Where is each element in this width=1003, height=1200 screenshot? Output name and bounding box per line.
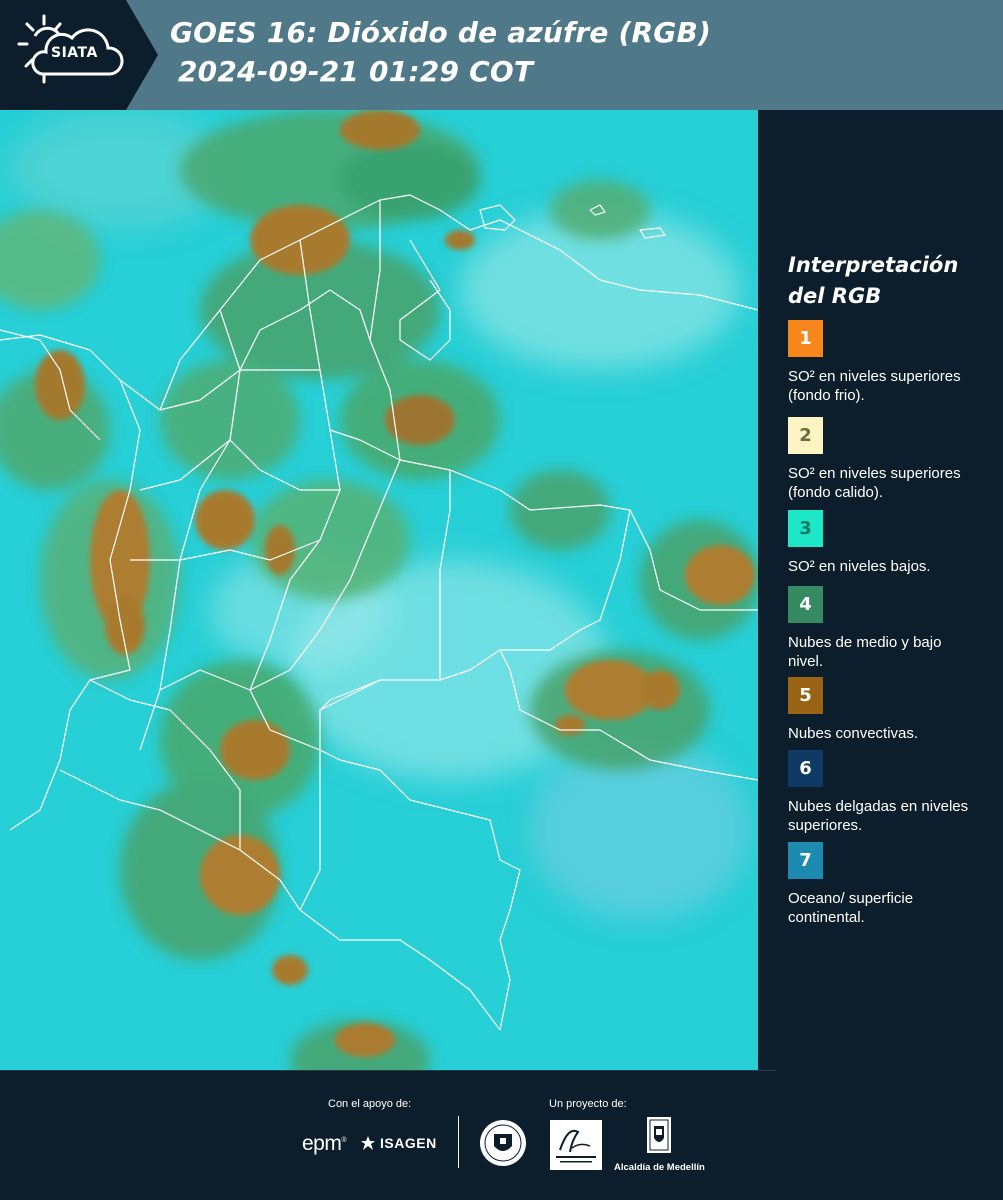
legend-label-1: SO² en niveles superiores (fondo frio). bbox=[788, 368, 961, 404]
legend-label-7: Oceano/ superficie continental. bbox=[788, 890, 914, 926]
legend-swatch-4: 4 bbox=[788, 586, 823, 623]
legend-item-1: 1 SO² en niveles superiores (fondo frio)… bbox=[788, 320, 998, 405]
legend-panel: Interpretación del RGB 1 SO² en niveles … bbox=[758, 110, 1003, 1070]
legend-title: Interpretación del RGB bbox=[788, 253, 959, 308]
isagen-logo-text: ISAGEN bbox=[380, 1135, 437, 1151]
legend-number-2: 2 bbox=[799, 425, 812, 446]
satellite-image bbox=[0, 110, 758, 1070]
legend-swatch-1: 1 bbox=[788, 320, 823, 357]
satellite-map bbox=[0, 110, 758, 1070]
legend-item-6: 6 Nubes delgadas en niveles superiores. bbox=[788, 750, 998, 835]
legend-label-6: Nubes delgadas en niveles superiores. bbox=[788, 798, 969, 834]
legend-swatch-6: 6 bbox=[788, 750, 823, 787]
page-title: GOES 16: Dióxido de azúfre (RGB) bbox=[170, 16, 712, 49]
siata-logo-text: SIATA bbox=[51, 45, 98, 61]
legend-label-2: SO² en niveles superiores (fondo calido)… bbox=[788, 465, 961, 501]
support-caption: Con el apoyo de: bbox=[328, 1098, 412, 1110]
legend-label-4: Nubes de medio y bajo nivel. bbox=[788, 634, 942, 670]
legend-number-7: 7 bbox=[799, 850, 812, 871]
footer-top-divider bbox=[0, 1070, 776, 1071]
isagen-logo: ISAGEN bbox=[360, 1134, 437, 1152]
legend-swatch-7: 7 bbox=[788, 842, 823, 879]
legend-item-3: 3 SO² en niveles bajos. bbox=[788, 510, 998, 576]
legend-label-5: Nubes convectivas. bbox=[788, 725, 919, 742]
legend-number-4: 4 bbox=[799, 594, 812, 615]
footer-vertical-divider bbox=[458, 1116, 459, 1168]
legend-swatch-2: 2 bbox=[788, 417, 823, 454]
legend-number-1: 1 bbox=[799, 328, 812, 349]
project-caption: Un proyecto de: bbox=[549, 1098, 627, 1110]
legend-number-3: 3 bbox=[799, 518, 812, 539]
timestamp-title: 2024-09-21 01:29 COT bbox=[178, 55, 534, 88]
legend-number-5: 5 bbox=[799, 685, 812, 706]
epm-logo-text: epm bbox=[302, 1132, 342, 1155]
legend-item-5: 5 Nubes convectivas. bbox=[788, 677, 998, 743]
legend-number-6: 6 bbox=[799, 758, 812, 779]
header-bar: SIATA GOES 16: Dióxido de azúfre (RGB) 2… bbox=[0, 0, 1003, 110]
legend-item-7: 7 Oceano/ superficie continental. bbox=[788, 842, 998, 927]
legend-item-2: 2 SO² en niveles superiores (fondo calid… bbox=[788, 417, 998, 502]
alcaldia-text: Alcaldía de Medellín bbox=[614, 1162, 705, 1173]
area-metropolitana-logo bbox=[550, 1120, 602, 1170]
medellin-seal-icon bbox=[480, 1120, 526, 1166]
footer: Con el apoyo de: Un proyecto de: epm® IS… bbox=[0, 1070, 1003, 1200]
siata-logo: SIATA bbox=[0, 0, 158, 110]
epm-logo: epm® bbox=[302, 1132, 347, 1155]
alcaldia-medellin-logo: Alcaldía de Medellín bbox=[614, 1116, 705, 1173]
legend-swatch-5: 5 bbox=[788, 677, 823, 714]
legend-label-3: SO² en niveles bajos. bbox=[788, 558, 931, 575]
isagen-icon bbox=[361, 1136, 375, 1150]
legend-item-4: 4 Nubes de medio y bajo nivel. bbox=[788, 586, 998, 671]
alcaldia-shield-icon bbox=[647, 1117, 671, 1153]
legend-swatch-3: 3 bbox=[788, 510, 823, 547]
